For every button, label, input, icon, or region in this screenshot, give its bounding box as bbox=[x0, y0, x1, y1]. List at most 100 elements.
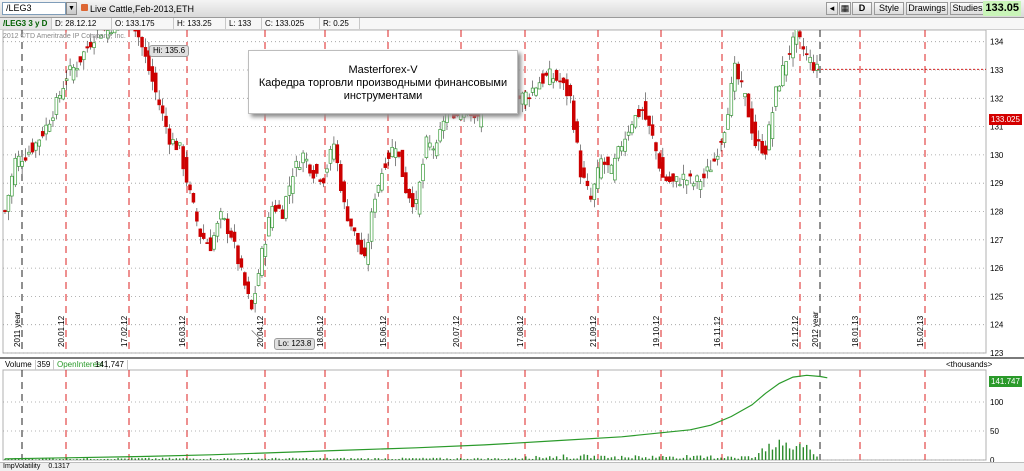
candle-body bbox=[10, 175, 14, 197]
candle-body bbox=[719, 141, 723, 143]
candle-body bbox=[225, 218, 230, 235]
candle-body bbox=[219, 211, 223, 220]
candle-body bbox=[157, 99, 161, 106]
candle-body bbox=[188, 184, 192, 191]
candle-body bbox=[565, 79, 569, 97]
candle-body bbox=[578, 150, 583, 178]
candle-body bbox=[698, 181, 703, 190]
candle-body bbox=[304, 158, 309, 162]
candle-body bbox=[150, 66, 155, 82]
candle-body bbox=[712, 158, 716, 162]
candle-body bbox=[27, 151, 31, 155]
candle-body bbox=[434, 142, 439, 157]
candle-body bbox=[582, 167, 586, 178]
volume-axis-tick: 100 bbox=[990, 398, 1004, 407]
candle-body bbox=[784, 61, 788, 76]
candle-body bbox=[811, 62, 816, 71]
candle-body bbox=[688, 173, 692, 177]
candle-body bbox=[667, 176, 672, 182]
candle-body bbox=[160, 105, 165, 114]
candle-body bbox=[311, 169, 316, 179]
candle-body bbox=[757, 139, 761, 142]
candle-body bbox=[722, 132, 727, 143]
price-axis-tick: 126 bbox=[990, 264, 1004, 273]
open-interest-line bbox=[4, 374, 828, 460]
candle-body bbox=[212, 235, 216, 250]
candle-body bbox=[51, 117, 55, 121]
candle-body bbox=[417, 181, 422, 215]
candle-body bbox=[589, 195, 593, 200]
candle-body bbox=[414, 199, 418, 204]
candle-body bbox=[356, 232, 360, 245]
candle-body bbox=[277, 204, 281, 209]
symbol-input[interactable]: /LEG3 bbox=[2, 2, 66, 15]
candle-body bbox=[561, 77, 566, 84]
candle-body bbox=[736, 63, 740, 80]
annotation-line-2: Кафедра торговли производными финансовым… bbox=[258, 77, 508, 89]
candle-body bbox=[143, 47, 148, 57]
candle-body bbox=[383, 163, 388, 168]
grid-icon[interactable]: ▦ bbox=[839, 2, 851, 15]
candle-body bbox=[558, 80, 562, 83]
candle-body bbox=[71, 66, 76, 81]
oi-legend-value: 141,747 bbox=[92, 360, 128, 370]
candle-body bbox=[92, 42, 96, 48]
candle-body bbox=[284, 196, 288, 219]
candle-body bbox=[208, 237, 213, 252]
candle-body bbox=[424, 136, 429, 159]
candle-body bbox=[205, 242, 209, 244]
candle-body bbox=[640, 109, 645, 111]
candle-body bbox=[685, 180, 689, 186]
candle-body bbox=[75, 68, 79, 71]
candle-body bbox=[441, 120, 446, 132]
candle-body bbox=[253, 293, 257, 304]
candle-body bbox=[174, 140, 179, 151]
candle-body bbox=[763, 145, 768, 155]
candle-body bbox=[733, 62, 737, 92]
candle-body bbox=[681, 173, 686, 180]
candle-body bbox=[616, 146, 621, 159]
price-axis-tick: 128 bbox=[990, 208, 1004, 217]
chart-toolbar: /LEG3 ▼ Live Cattle,Feb-2013,ETH ◂ ▦ D S… bbox=[0, 0, 1024, 18]
period-button[interactable]: D bbox=[852, 2, 872, 15]
candle-body bbox=[308, 164, 312, 174]
candle-body bbox=[64, 78, 69, 81]
candle-body bbox=[3, 210, 7, 212]
candle-body bbox=[154, 72, 158, 93]
candle-body bbox=[294, 160, 298, 168]
date-label: 17.08.12 bbox=[516, 315, 525, 347]
candle-body bbox=[256, 273, 261, 286]
candle-body bbox=[431, 148, 436, 151]
candle-body bbox=[753, 121, 758, 147]
candle-body bbox=[647, 115, 651, 126]
candle-body bbox=[386, 152, 391, 159]
candle-body bbox=[554, 70, 559, 81]
candle-body bbox=[332, 143, 336, 160]
candle-body bbox=[661, 157, 665, 178]
copyright-text: 2012 ©TD Ameritrade IP Company, Inc. bbox=[3, 33, 126, 40]
units-label: <thousands> bbox=[946, 360, 993, 369]
candle-body bbox=[729, 83, 734, 116]
candle-body bbox=[709, 169, 713, 173]
drawings-button[interactable]: Drawings bbox=[906, 2, 948, 15]
candle-body bbox=[393, 148, 398, 158]
candle-body bbox=[595, 167, 600, 189]
style-button[interactable]: Style bbox=[874, 2, 904, 15]
open-interest-value-label: 141.747 bbox=[989, 376, 1022, 387]
candle-body bbox=[376, 185, 381, 193]
candle-body bbox=[626, 131, 631, 136]
candle-body bbox=[548, 68, 552, 85]
symbol-dropdown-icon[interactable]: ▼ bbox=[66, 2, 77, 15]
candle-body bbox=[527, 97, 531, 100]
candle-body bbox=[260, 248, 264, 276]
nav-icon[interactable]: ◂ bbox=[826, 2, 838, 15]
studies-button[interactable]: Studies bbox=[950, 2, 985, 15]
info-range: R: 0.25 bbox=[320, 18, 360, 29]
date-label: 18.01.13 bbox=[851, 315, 860, 347]
candle-body bbox=[366, 242, 370, 265]
info-symbol-period: /LEG3 3 y D bbox=[0, 18, 52, 29]
candle-body bbox=[13, 157, 18, 186]
candle-body bbox=[602, 161, 607, 165]
candle-body bbox=[315, 164, 319, 174]
candle-body bbox=[287, 185, 292, 196]
